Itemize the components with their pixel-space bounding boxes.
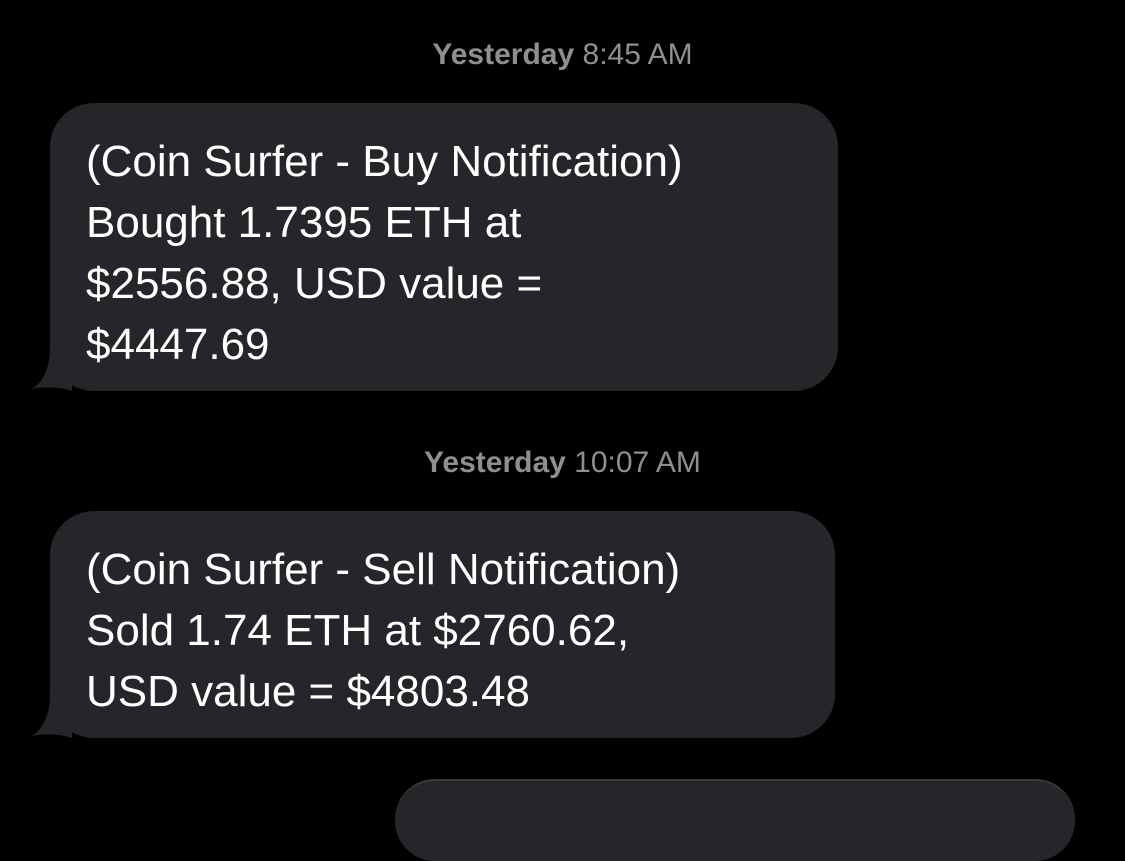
message-timestamp: Yesterday 8:45 AM — [0, 37, 1125, 73]
message-line: $2556.88, USD value = — [86, 259, 543, 308]
message-line: (Coin Surfer - Sell Notification) — [86, 545, 681, 594]
incoming-message-bubble[interactable]: (Coin Surfer - Buy Notification) Bought … — [32, 103, 838, 391]
partial-message-bubble[interactable] — [395, 779, 1075, 861]
timestamp-day: Yesterday — [432, 38, 575, 71]
message-line: $4447.69 — [86, 320, 270, 369]
message-timestamp: Yesterday 10:07 AM — [0, 445, 1125, 481]
message-thread[interactable]: Yesterday 8:45 AM (Coin Surfer - Buy Not… — [0, 0, 1125, 861]
timestamp-time: 8:45 AM — [582, 38, 693, 71]
message-body[interactable]: (Coin Surfer - Sell Notification) Sold 1… — [50, 511, 835, 738]
message-line: Sold 1.74 ETH at $2760.62, — [86, 606, 630, 655]
incoming-message-bubble[interactable]: (Coin Surfer - Sell Notification) Sold 1… — [32, 511, 835, 738]
message-body[interactable]: (Coin Surfer - Buy Notification) Bought … — [50, 103, 838, 391]
timestamp-time: 10:07 AM — [574, 446, 701, 479]
message-line: USD value = $4803.48 — [86, 667, 530, 716]
timestamp-day: Yesterday — [424, 446, 566, 479]
message-line: Bought 1.7395 ETH at — [86, 198, 522, 247]
message-line: (Coin Surfer - Buy Notification) — [86, 137, 683, 186]
